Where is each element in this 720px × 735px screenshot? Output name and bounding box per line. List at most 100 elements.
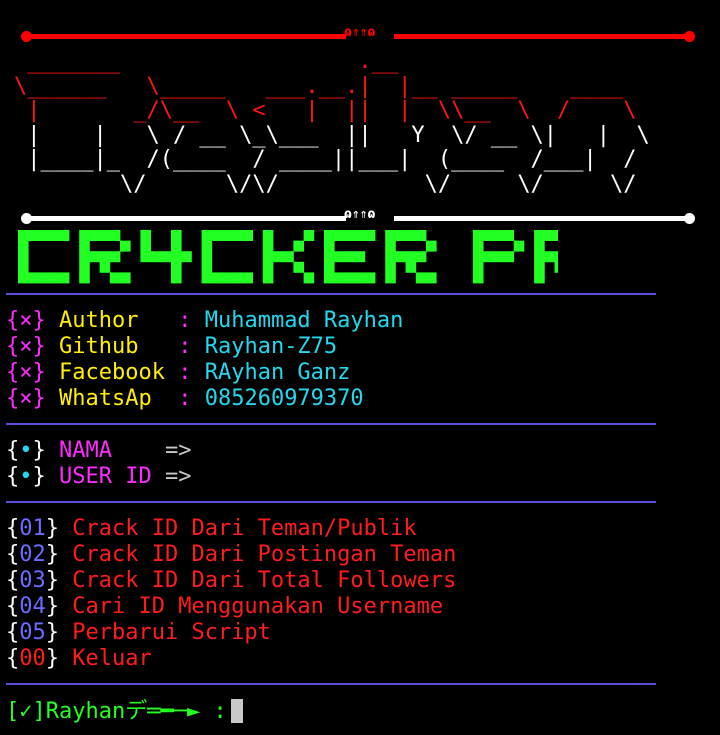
menu-item-02[interactable]: {02} Crack ID Dari Postingan Teman (6, 542, 456, 568)
ascii-logo-white-2: |____|_ /(____ / ____||___| (____ /___| … (14, 147, 637, 172)
info-sep: : (178, 334, 192, 359)
banner-pixel (89, 251, 100, 263)
banner-pixel (344, 251, 355, 263)
banner-pixel (262, 230, 274, 241)
banner-pixel (171, 240, 182, 252)
banner-pixel (140, 230, 151, 241)
banner-pixel (89, 230, 100, 241)
banner-pixel (109, 272, 121, 284)
banner-pixel (58, 272, 70, 284)
banner-pixel (534, 272, 545, 284)
banner-pixel (303, 272, 315, 284)
banner-pixel (232, 272, 243, 284)
banner-pixel (415, 272, 427, 284)
menu-item-04[interactable]: {04} Cari ID Menggunakan Username (6, 594, 443, 620)
banner-pixel (415, 230, 427, 241)
info-row-author: {×} Author : Muhammad Rayhan (6, 308, 403, 334)
banner-pixel (344, 230, 355, 241)
banner-pixel (201, 240, 213, 252)
user-label: NAMA (59, 438, 152, 463)
banner-pixel (171, 261, 182, 273)
banner-pixel (150, 251, 162, 263)
info-sep: : (178, 360, 192, 385)
banner-pixel (534, 261, 545, 273)
banner-pixel (503, 230, 515, 241)
banner-pixel (48, 272, 60, 284)
command-prompt[interactable]: [✓]Rayhanデ═━─► : (6, 699, 243, 725)
menu-number: 00 (19, 646, 46, 671)
prompt-label: Rayhanデ═━─► (45, 699, 201, 724)
banner-pixel (222, 230, 233, 241)
banner-pixel (109, 230, 121, 241)
banner-pixel (472, 240, 484, 252)
prompt-sep: : (213, 699, 227, 724)
banner-pixel (242, 272, 253, 284)
info-label: WhatsAp (59, 386, 165, 411)
banner-pixel (472, 261, 484, 273)
menu-number: 01 (19, 516, 46, 541)
banner-pixel (262, 240, 274, 252)
banner-pixel (171, 251, 182, 263)
banner-pixel (426, 272, 437, 284)
banner-pixel (160, 251, 172, 263)
banner-pixel (405, 251, 417, 263)
menu-item-05[interactable]: {05} Perbarui Script (6, 620, 271, 646)
banner-pixel (140, 240, 151, 252)
banner-pixel (354, 272, 366, 284)
info-sep: : (178, 386, 192, 411)
info-row-facebook: {×} Facebook : RAyhan Ganz (6, 360, 350, 386)
banner-pixel (211, 272, 223, 284)
banner-pixel (364, 230, 376, 241)
arrow-icon: => (164, 464, 192, 489)
banner-pixel (232, 230, 243, 241)
ornament-bottom-line-left (26, 216, 346, 221)
banner-pixel (211, 230, 223, 241)
banner-pixel (262, 272, 274, 284)
banner-pixel (385, 272, 396, 284)
banner-pixel (18, 240, 29, 252)
bullet-icon: • (19, 438, 33, 463)
separator-3 (6, 501, 656, 503)
banner-pixel (344, 272, 355, 284)
banner-pixel (415, 251, 427, 263)
ornament-top-dot-left (21, 31, 32, 42)
banner-pixel (18, 261, 29, 273)
banner-pixel (385, 230, 396, 241)
banner-pixel (534, 230, 545, 241)
text-cursor[interactable] (230, 699, 243, 723)
banner-pixel (181, 251, 192, 263)
info-bracket: {×} (6, 360, 46, 385)
info-bracket: {×} (6, 334, 46, 359)
ornament-top-line-left (26, 34, 346, 39)
banner-pixel (120, 240, 131, 252)
menu-item-01[interactable]: {01} Crack ID Dari Teman/Publik (6, 516, 417, 542)
banner-pixel (472, 251, 484, 263)
info-value: 085260979370 (204, 386, 364, 411)
info-bracket: {×} (6, 386, 46, 411)
banner-pixel (79, 251, 90, 263)
bullet-icon: • (19, 464, 33, 489)
info-bracket: {×} (6, 308, 46, 333)
info-value: RAyhan Ganz (204, 360, 351, 385)
banner-pixel (273, 251, 284, 263)
banner-pixel (293, 240, 304, 252)
banner-pixel (334, 230, 345, 241)
banner-pixel (554, 261, 558, 273)
ornament-bottom-dot-left (21, 213, 32, 224)
banner-logo (18, 230, 558, 284)
banner-pixel (262, 251, 274, 263)
banner-pixel (18, 272, 29, 284)
banner-pixel (303, 230, 315, 241)
ornament-top-line-right (394, 34, 688, 39)
menu-item-00[interactable]: {00} Keluar (6, 646, 152, 672)
banner-pixel (493, 251, 504, 263)
banner-pixel (395, 251, 406, 263)
user-row-nama: {•} NAMA => (6, 438, 192, 463)
menu-label: Crack ID Dari Teman/Publik (72, 516, 417, 541)
ascii-logo: _______ .__ \______ \_____ ___.__.| |__ … (14, 49, 650, 197)
menu-item-03[interactable]: {03} Crack ID Dari Total Followers (6, 568, 456, 594)
user-row-user-id: {•} USER ID => (6, 464, 192, 489)
info-sep: : (178, 308, 192, 333)
ascii-logo-red-2: \______ \_____ ___.__.| |__ _____ ____ (14, 73, 624, 99)
menu-label: Crack ID Dari Total Followers (72, 568, 457, 593)
